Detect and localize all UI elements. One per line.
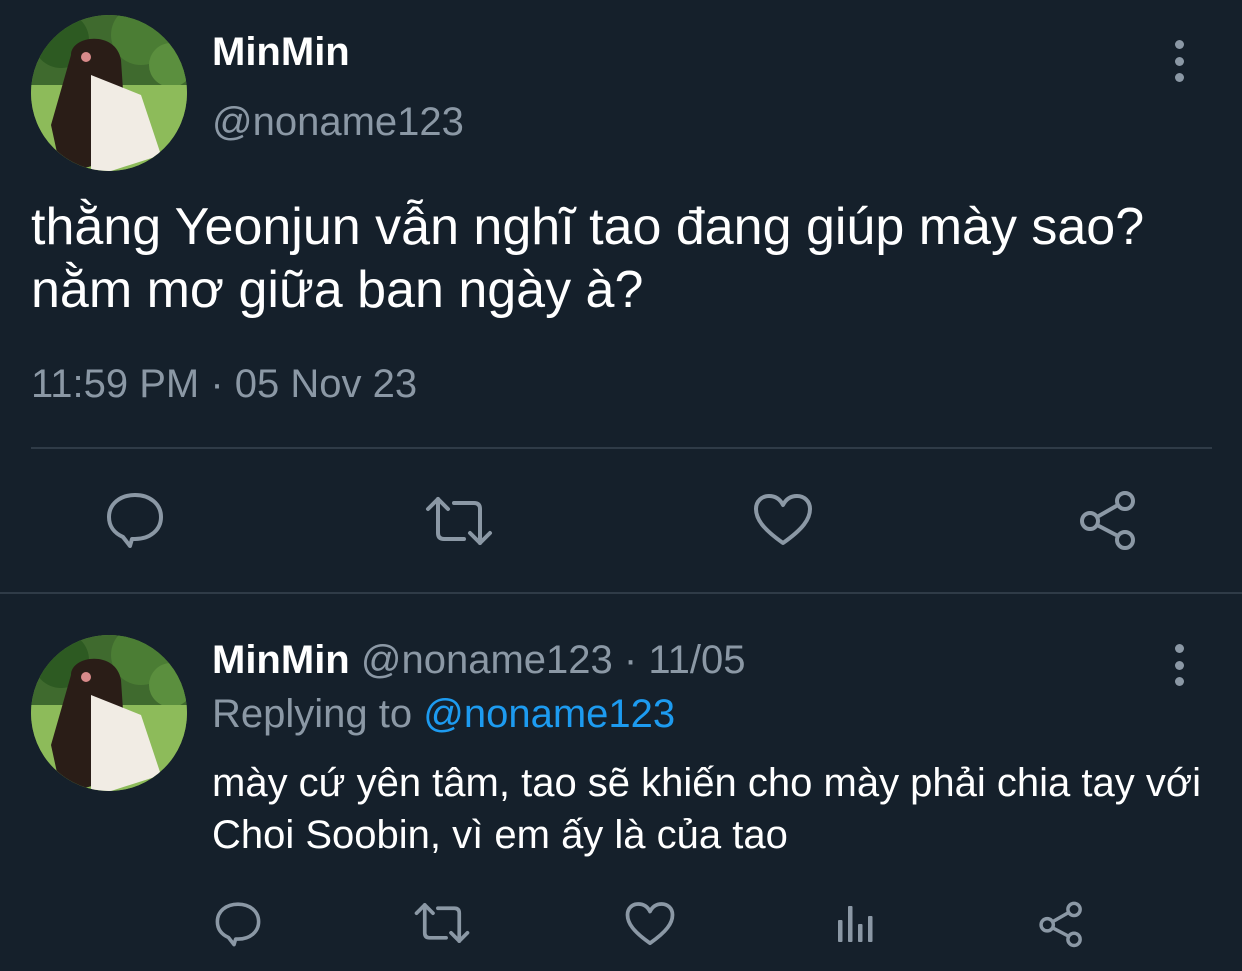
replying-prefix: Replying to [212, 692, 413, 736]
user-handle[interactable]: @noname123 [212, 100, 464, 145]
reply-date[interactable]: 11/05 [648, 638, 745, 682]
replying-to-mention[interactable]: @noname123 [423, 692, 675, 736]
display-name[interactable]: MinMin [212, 30, 350, 75]
divider [31, 447, 1212, 449]
more-options-icon[interactable] [1164, 644, 1194, 686]
more-options-icon[interactable] [1164, 40, 1194, 82]
avatar[interactable] [31, 635, 187, 791]
share-icon[interactable] [1036, 898, 1086, 950]
display-name[interactable]: MinMin [212, 638, 350, 682]
tweet-timestamp[interactable]: 11:59 PM · 05 Nov 23 [31, 362, 417, 407]
avatar-image [31, 15, 187, 171]
reply-header: MinMin @noname123 · 11/05 [212, 638, 745, 683]
tweet-text: thằng Yeonjun vẫn nghĩ tao đang giúp mày… [31, 198, 1145, 319]
tweet-separator [0, 592, 1242, 594]
retweet-icon[interactable] [422, 490, 496, 552]
share-icon[interactable] [1076, 488, 1140, 552]
user-handle[interactable]: @noname123 [361, 638, 613, 682]
retweet-icon[interactable] [412, 898, 472, 948]
reply-icon[interactable] [100, 488, 170, 552]
like-icon[interactable] [750, 490, 816, 550]
separator-dot: · [623, 638, 638, 682]
reply-text: mày cứ yên tâm, tao sẽ khiến cho mày phả… [212, 761, 1202, 857]
avatar-image [31, 635, 187, 791]
views-icon[interactable] [834, 900, 878, 946]
replying-to-line: Replying to @noname123 [212, 692, 675, 737]
avatar[interactable] [31, 15, 187, 171]
like-icon[interactable] [624, 900, 676, 948]
reply-icon[interactable] [212, 898, 264, 950]
